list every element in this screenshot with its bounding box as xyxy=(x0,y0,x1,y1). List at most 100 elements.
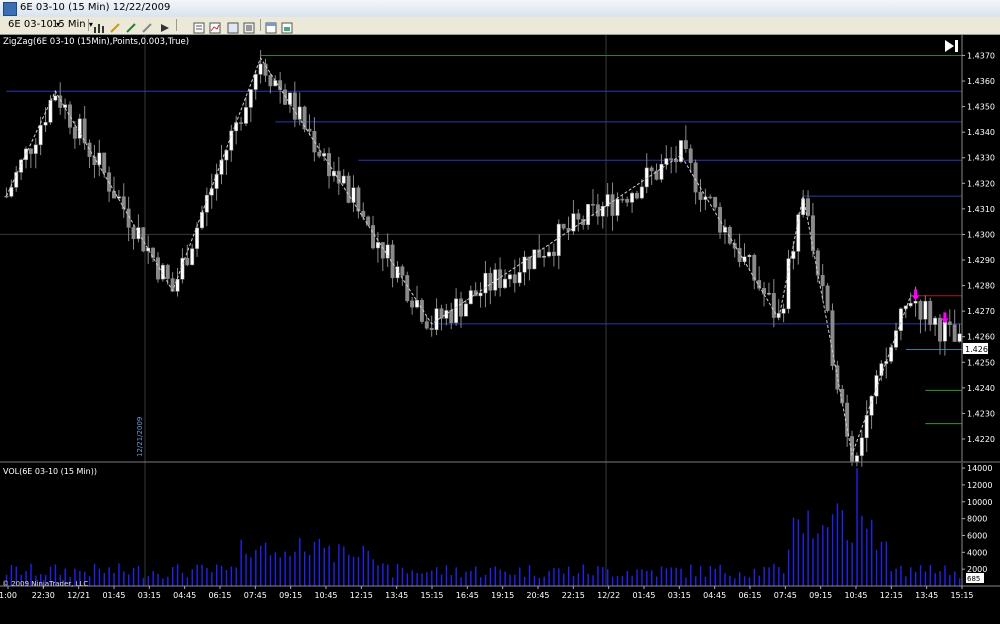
time-tick-label: 01:45 xyxy=(102,591,125,600)
candle-body xyxy=(38,124,43,146)
volume-bar xyxy=(651,570,653,586)
volume-bar xyxy=(758,575,760,586)
volume-bar xyxy=(245,553,247,586)
time-tick-label: 22:15 xyxy=(562,591,585,600)
volume-bar xyxy=(523,576,526,586)
price-tick-label: 1.4370 xyxy=(967,51,995,60)
candle-body xyxy=(219,159,224,175)
candle-body xyxy=(9,187,14,197)
interval-selector[interactable]: 15 Min ▾ xyxy=(52,18,93,32)
candle-body xyxy=(292,92,297,120)
current-price-label: 1.4263 xyxy=(963,343,993,354)
volume-bar xyxy=(137,565,140,586)
candle-body xyxy=(747,254,752,257)
volume-bar xyxy=(567,566,570,586)
volume-bar xyxy=(699,566,702,586)
candle-body xyxy=(771,293,776,318)
volume-bar xyxy=(797,519,800,586)
candle-body xyxy=(708,196,713,199)
volume-bar xyxy=(846,540,848,586)
volume-bar xyxy=(333,562,335,586)
candle-body xyxy=(864,415,869,439)
short-signal-arrow-stem xyxy=(914,289,918,296)
candle-body xyxy=(859,437,864,456)
candle-body xyxy=(913,300,918,304)
strategy-icon[interactable] xyxy=(140,18,154,33)
candle-body xyxy=(766,293,771,295)
candle-body xyxy=(287,92,292,105)
volume-bar xyxy=(714,569,716,586)
volume-bar xyxy=(470,570,472,586)
candle-body xyxy=(341,175,346,184)
volume-bar xyxy=(851,542,853,586)
indicators-icon[interactable] xyxy=(208,18,222,34)
candle-body xyxy=(72,127,77,139)
zoom-icon[interactable] xyxy=(226,18,240,34)
app-icon xyxy=(3,2,17,16)
volume-bar xyxy=(934,573,936,586)
pencil-icon[interactable] xyxy=(108,18,122,33)
last-volume-label: 685 xyxy=(966,573,984,583)
chart-toolbar: 6E 03-10 ▾ 15 Min ▾ xyxy=(0,17,1000,35)
candle-body xyxy=(87,142,92,157)
chart-grid xyxy=(0,35,962,586)
candle-body xyxy=(53,95,58,101)
tabs-icon[interactable] xyxy=(264,18,278,34)
volume-bar xyxy=(98,568,101,586)
volume-bar xyxy=(929,565,932,586)
price-tick-label: 1.4280 xyxy=(967,282,995,291)
chart-axes: 1.4370 1.4360 1.4350 1.4340 1.4330 1.4320 1.43… xyxy=(0,35,1000,600)
volume-tick-label: 6000 xyxy=(967,531,987,540)
candle-body xyxy=(639,186,644,199)
volume-bar xyxy=(665,568,668,586)
candle-body xyxy=(400,266,405,276)
volume-bar xyxy=(338,544,340,586)
volume-bar xyxy=(748,577,751,586)
volume-bar xyxy=(484,574,487,586)
volume-bar xyxy=(826,527,829,586)
candle-body xyxy=(248,89,253,108)
volume-bar xyxy=(870,519,873,586)
volume-bar xyxy=(216,564,218,586)
candle-body xyxy=(380,242,385,259)
volume-bar xyxy=(235,567,237,586)
volume-bar xyxy=(611,576,614,586)
candle-body xyxy=(649,167,654,172)
price-tick-label: 1.4250 xyxy=(967,358,995,367)
candle-body xyxy=(444,310,449,319)
volume-bar xyxy=(162,578,164,586)
volume-bar xyxy=(602,567,604,586)
volume-bar xyxy=(822,525,824,586)
candle-body xyxy=(214,174,219,189)
chart-trader-icon[interactable] xyxy=(280,18,294,34)
volume-bar xyxy=(597,566,599,586)
candle-body xyxy=(116,196,121,199)
bar-chart-icon[interactable] xyxy=(92,18,106,33)
time-tick-label: 12/22 xyxy=(597,591,620,600)
volume-bar xyxy=(739,572,741,586)
volume-bar xyxy=(734,578,736,586)
chart-svg[interactable]: 1.4370 1.4360 1.4350 1.4340 1.4330 1.4320 1.43… xyxy=(0,35,1000,620)
crosshair-icon[interactable] xyxy=(242,18,256,34)
candle-body xyxy=(942,321,947,342)
candle-body xyxy=(874,375,879,397)
chart-canvas[interactable]: 1.4370 1.4360 1.4350 1.4340 1.4330 1.4320 1.43… xyxy=(0,35,1000,620)
candle-body xyxy=(698,191,703,200)
time-tick-label: 10:45 xyxy=(314,591,337,600)
candle-body xyxy=(669,158,674,160)
candle-body xyxy=(253,74,258,90)
volume-bar xyxy=(372,559,374,586)
time-tick-label: 06:15 xyxy=(208,591,231,600)
interval-label: 15 Min xyxy=(52,19,86,30)
copyright-text: © 2009 NinjaTrader, LLC xyxy=(2,580,88,588)
volume-bar xyxy=(431,570,433,586)
volume-bar xyxy=(587,573,589,586)
draw-tool-icon[interactable] xyxy=(124,18,138,33)
properties-icon[interactable] xyxy=(192,18,206,34)
candle-body xyxy=(957,333,962,342)
scroll-to-end-button[interactable] xyxy=(942,39,960,53)
candle-body xyxy=(190,248,195,266)
volume-tick-label: 10000 xyxy=(967,498,992,507)
arrow-icon[interactable] xyxy=(158,18,172,32)
volume-bar xyxy=(704,576,707,586)
